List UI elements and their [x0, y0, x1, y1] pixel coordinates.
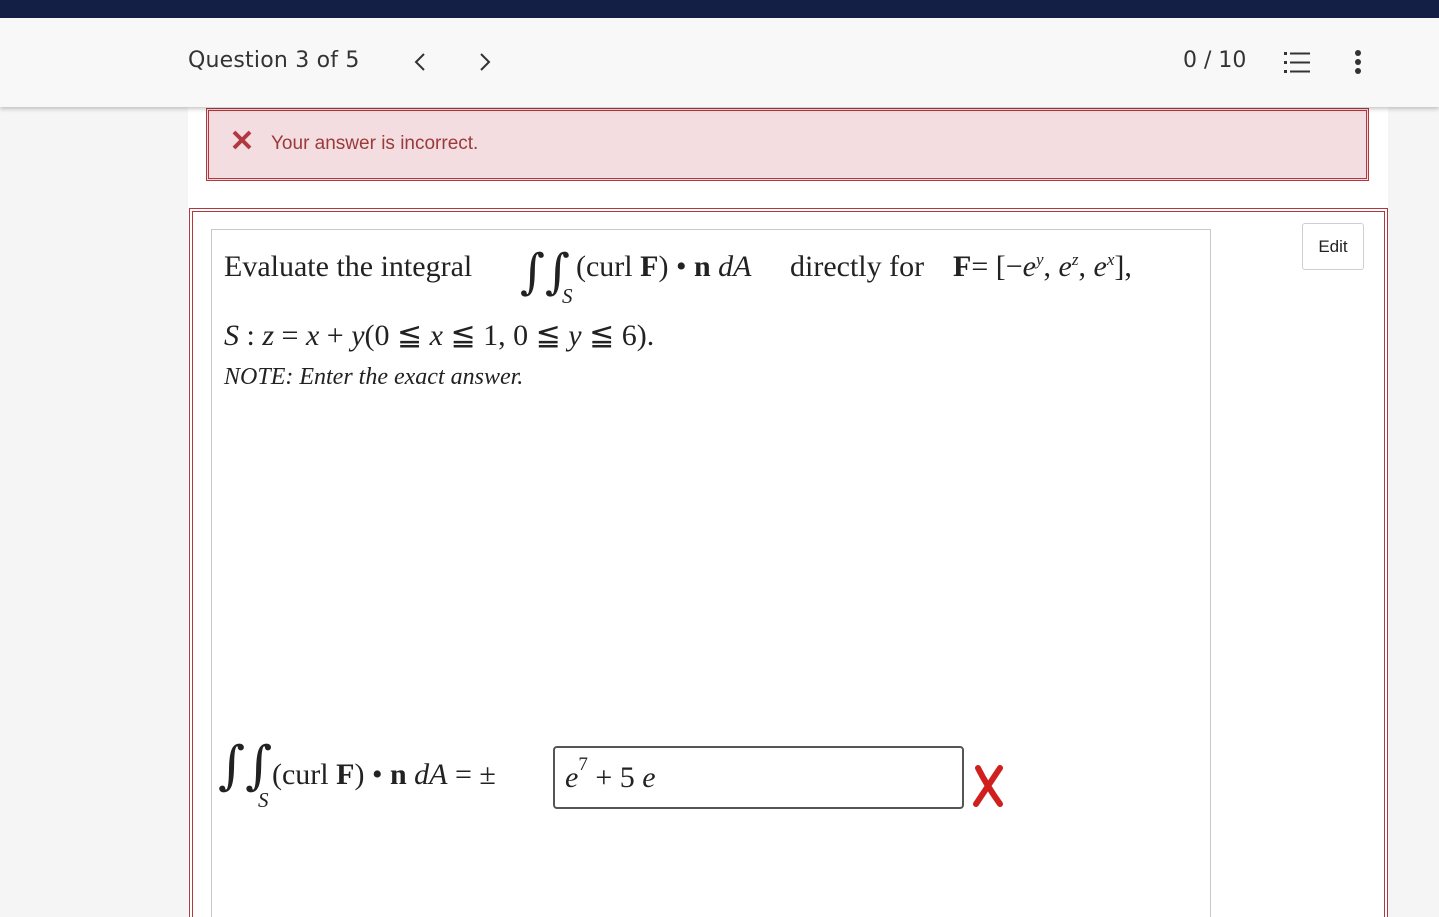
chevron-left-icon — [414, 53, 425, 71]
question-header: Question 3 of 5 0 / 10 — [0, 18, 1439, 107]
answer-surface-subscript: S — [258, 788, 269, 812]
score-display: 0 / 10 — [1183, 48, 1247, 73]
surface-subscript: S — [562, 284, 573, 308]
numbered-list-icon — [1284, 52, 1310, 73]
answer-value: e7 + 5 e — [565, 754, 656, 794]
alert-message: Your answer is incorrect. — [271, 133, 479, 154]
top-bar — [0, 0, 1439, 18]
middle-text: directly for — [790, 250, 925, 283]
answer-input[interactable]: e7 + 5 e — [553, 746, 964, 809]
answer-lhs: (curl F) • n dA = ± — [272, 758, 496, 791]
edit-button[interactable]: Edit — [1302, 223, 1364, 270]
incorrect-alert: Your answer is incorrect. — [206, 108, 1369, 181]
question-list-button[interactable] — [1284, 50, 1312, 76]
integrand: (curl F) • n dA — [576, 250, 752, 283]
close-icon — [232, 130, 252, 150]
previous-question-button[interactable] — [408, 48, 432, 76]
question-counter: Question 3 of 5 — [188, 48, 360, 73]
next-question-button[interactable] — [473, 48, 497, 76]
incorrect-mark-icon — [973, 765, 1003, 807]
answer-integral-symbol: ∫∫ — [218, 736, 273, 796]
more-vertical-icon — [1355, 50, 1361, 74]
vector-field: F= [−ey, ez, ex], — [953, 250, 1132, 283]
intro-text: Evaluate the integral — [224, 250, 473, 283]
note-text: NOTE: Enter the exact answer. — [224, 364, 524, 390]
more-options-button[interactable] — [1346, 48, 1370, 78]
chevron-right-icon — [480, 53, 491, 71]
surface-definition: S : z = x + y(0 ≦ x ≦ 1, 0 ≦ y ≦ 6). — [224, 319, 655, 352]
